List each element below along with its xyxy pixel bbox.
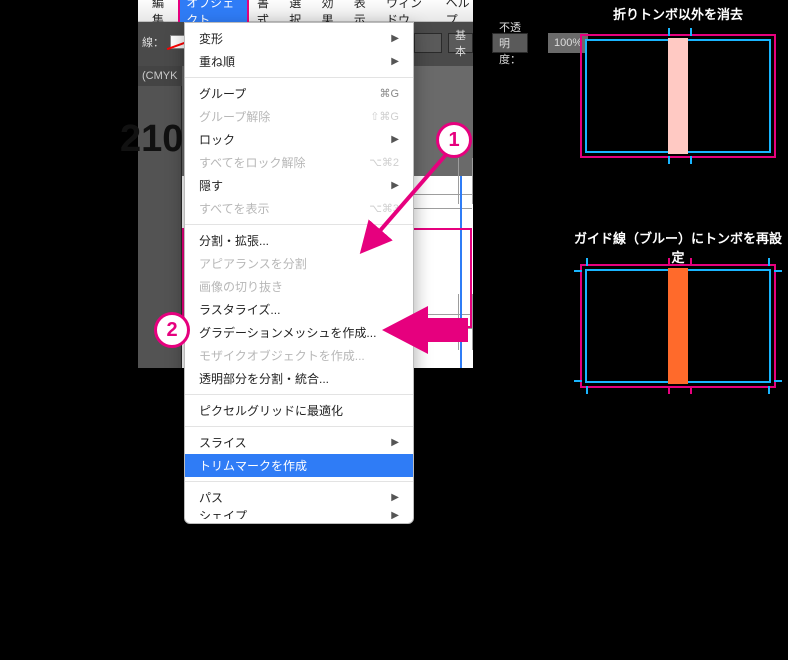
mi-lock[interactable]: ロック▶ xyxy=(185,128,413,151)
mi-shape[interactable]: シェイプ▶ xyxy=(185,509,413,519)
mi-mosaic: モザイクオブジェクトを作成... xyxy=(185,344,413,367)
caption-bottom: ガイド線（ブルー）にトンボを再設定 xyxy=(568,228,788,266)
stroke-label: 線： xyxy=(142,34,164,50)
canvas-large-text: 210 xyxy=(120,118,183,161)
mi-create-trim-marks[interactable]: トリムマークを作成 xyxy=(185,454,413,477)
basic-dropdown[interactable]: 基本 xyxy=(448,33,473,53)
mi-group[interactable]: グループ⌘G xyxy=(185,82,413,105)
caption-top: 折りトンボ以外を消去 xyxy=(578,4,778,23)
mi-arrange[interactable]: 重ね順▶ xyxy=(185,50,413,73)
mi-pixel-grid[interactable]: ピクセルグリッドに最適化 xyxy=(185,399,413,422)
mi-rasterize[interactable]: ラスタライズ... xyxy=(185,298,413,321)
thumb-bottom xyxy=(580,264,776,388)
mi-transform[interactable]: 変形▶ xyxy=(185,27,413,50)
callout-1-arrow xyxy=(350,150,470,270)
style-label xyxy=(416,33,428,53)
mi-gradient-mesh[interactable]: グラデーションメッシュを作成... xyxy=(185,321,413,344)
callout-badge-2: 2 xyxy=(154,312,190,348)
mi-path[interactable]: パス▶ xyxy=(185,486,413,509)
callout-2-arrow xyxy=(382,306,428,354)
menubar: 編集 オブジェクト 書式 選択 効果 表示 ウィンドウ ヘルプ xyxy=(138,0,473,22)
doc-tab-label: (CMYK xyxy=(142,70,177,82)
object-menu-dropdown: 変形▶ 重ね順▶ グループ⌘G グループ解除⇧⌘G ロック▶ すべてをロック解除… xyxy=(184,22,414,524)
mi-flatten-transparency[interactable]: 透明部分を分割・統合... xyxy=(185,367,413,390)
thumb-top xyxy=(580,34,776,158)
opacity-label: 不透明度： xyxy=(492,33,528,53)
mi-slice[interactable]: スライス▶ xyxy=(185,431,413,454)
callout-badge-1: 1 xyxy=(436,122,472,158)
mi-crop-image: 画像の切り抜き xyxy=(185,275,413,298)
mi-ungroup: グループ解除⇧⌘G xyxy=(185,105,413,128)
